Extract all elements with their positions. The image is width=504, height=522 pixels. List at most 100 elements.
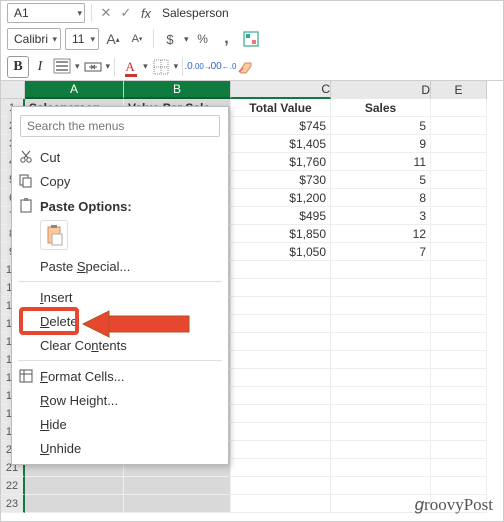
- cell[interactable]: [231, 297, 331, 315]
- currency-format-icon[interactable]: $: [160, 29, 180, 49]
- cell[interactable]: [431, 369, 487, 387]
- cell[interactable]: [331, 423, 431, 441]
- cell[interactable]: 8: [331, 189, 431, 207]
- cell[interactable]: [431, 207, 487, 225]
- merge-button[interactable]: [82, 56, 104, 78]
- menu-row-height[interactable]: Row Height...: [12, 388, 228, 412]
- cell[interactable]: [431, 423, 487, 441]
- menu-format-cells[interactable]: Format Cells...: [12, 364, 228, 388]
- cell[interactable]: [331, 369, 431, 387]
- menu-insert[interactable]: Insert: [12, 285, 228, 309]
- cell[interactable]: $1,200: [231, 189, 331, 207]
- cell[interactable]: [231, 369, 331, 387]
- cell[interactable]: $745: [231, 117, 331, 135]
- cell[interactable]: $1,850: [231, 225, 331, 243]
- cell[interactable]: [331, 477, 431, 495]
- cell[interactable]: [231, 477, 331, 495]
- cell[interactable]: [331, 315, 431, 333]
- cell[interactable]: [431, 135, 487, 153]
- cell[interactable]: [231, 387, 331, 405]
- cell[interactable]: $1,760: [231, 153, 331, 171]
- increase-font-icon[interactable]: A▴: [103, 29, 123, 49]
- cell[interactable]: $1,050: [231, 243, 331, 261]
- cell[interactable]: 9: [331, 135, 431, 153]
- cell[interactable]: [331, 297, 431, 315]
- chevron-down-icon[interactable]: ▾: [184, 34, 189, 45]
- cell[interactable]: [25, 495, 124, 513]
- italic-button[interactable]: I: [31, 59, 49, 75]
- cancel-formula-icon[interactable]: ✕: [98, 5, 114, 21]
- cell[interactable]: [231, 405, 331, 423]
- align-button[interactable]: [51, 56, 73, 78]
- cell[interactable]: 7: [331, 243, 431, 261]
- cell[interactable]: [431, 171, 487, 189]
- col-header-B[interactable]: B: [124, 81, 231, 99]
- cell[interactable]: [431, 225, 487, 243]
- cell[interactable]: [231, 423, 331, 441]
- cell[interactable]: [231, 333, 331, 351]
- chevron-down-icon[interactable]: ▾: [75, 61, 80, 72]
- cell[interactable]: [124, 495, 231, 513]
- cell[interactable]: $495: [231, 207, 331, 225]
- cell[interactable]: [231, 261, 331, 279]
- select-all-corner[interactable]: [1, 81, 25, 99]
- cell[interactable]: [331, 279, 431, 297]
- bold-button[interactable]: B: [7, 56, 29, 78]
- font-name-select[interactable]: Calibri▾: [7, 28, 61, 50]
- cell[interactable]: 5: [331, 117, 431, 135]
- menu-search-input[interactable]: [20, 115, 220, 137]
- menu-cut[interactable]: Cut: [12, 145, 228, 169]
- cell[interactable]: [431, 351, 487, 369]
- fx-icon[interactable]: fx: [138, 5, 154, 21]
- menu-clear-contents[interactable]: Clear Contents: [12, 333, 228, 357]
- cell[interactable]: [431, 459, 487, 477]
- cell[interactable]: [431, 261, 487, 279]
- font-size-select[interactable]: 11▾: [65, 28, 99, 50]
- chevron-down-icon[interactable]: ▾: [143, 61, 148, 72]
- cell[interactable]: 12: [331, 225, 431, 243]
- cell[interactable]: [431, 153, 487, 171]
- cell[interactable]: [431, 477, 487, 495]
- cell[interactable]: [331, 459, 431, 477]
- cell[interactable]: [431, 99, 487, 117]
- row-header[interactable]: 23: [1, 495, 25, 513]
- cell[interactable]: [231, 441, 331, 459]
- chevron-down-icon[interactable]: ▾: [174, 61, 179, 72]
- comma-format-icon[interactable]: ,: [217, 29, 237, 49]
- cell[interactable]: [431, 405, 487, 423]
- formula-bar-value[interactable]: Salesperson: [162, 6, 229, 20]
- cell[interactable]: [231, 495, 331, 513]
- conditional-format-icon[interactable]: [241, 29, 261, 49]
- cell[interactable]: $1,405: [231, 135, 331, 153]
- cell[interactable]: [231, 315, 331, 333]
- cell[interactable]: [231, 279, 331, 297]
- cell[interactable]: [431, 243, 487, 261]
- clear-format-icon[interactable]: [235, 56, 257, 78]
- paste-button[interactable]: [40, 220, 68, 250]
- cell[interactable]: 3: [331, 207, 431, 225]
- increase-decimal-icon[interactable]: .0.00→: [187, 56, 209, 78]
- cell[interactable]: [431, 117, 487, 135]
- cell[interactable]: 11: [331, 153, 431, 171]
- col-header-D[interactable]: D: [331, 81, 431, 99]
- cell[interactable]: 5: [331, 171, 431, 189]
- cell[interactable]: [25, 477, 124, 495]
- chevron-down-icon[interactable]: ▾: [106, 61, 111, 72]
- cell[interactable]: [231, 351, 331, 369]
- cell[interactable]: [431, 189, 487, 207]
- confirm-formula-icon[interactable]: ✓: [118, 5, 134, 21]
- cell[interactable]: [124, 477, 231, 495]
- percent-format-icon[interactable]: %: [193, 29, 213, 49]
- borders-button[interactable]: [150, 56, 172, 78]
- menu-delete[interactable]: Delete: [12, 309, 228, 333]
- cell[interactable]: [331, 351, 431, 369]
- cell[interactable]: Total Value: [231, 99, 331, 117]
- col-header-E[interactable]: E: [431, 81, 487, 99]
- cell[interactable]: [431, 333, 487, 351]
- cell[interactable]: [431, 297, 487, 315]
- cell[interactable]: [431, 441, 487, 459]
- cell[interactable]: [431, 279, 487, 297]
- cell[interactable]: [331, 261, 431, 279]
- col-header-C[interactable]: C: [231, 81, 331, 99]
- col-header-A[interactable]: A: [25, 81, 124, 99]
